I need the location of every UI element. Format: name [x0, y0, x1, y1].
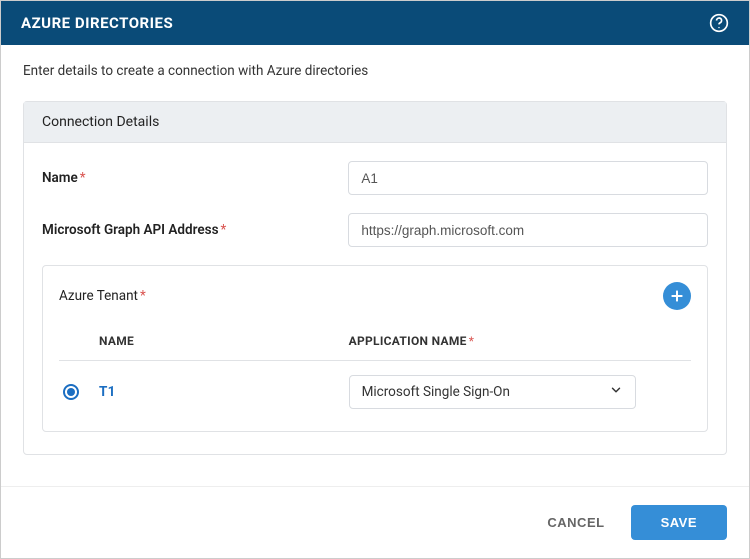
- azure-tenant-box: Azure Tenant* NAME APPLICATION NAME*: [42, 265, 708, 432]
- panel-body: Name* Microsoft Graph API Address* Azure…: [24, 143, 726, 454]
- tenant-column-headers: NAME APPLICATION NAME*: [59, 334, 691, 361]
- name-label: Name*: [42, 170, 348, 186]
- dialog-title: AZURE DIRECTORIES: [21, 14, 173, 32]
- required-mark: *: [140, 288, 146, 304]
- tenant-row: T1 Microsoft Single Sign-On: [59, 361, 691, 409]
- required-mark: *: [80, 170, 86, 186]
- panel-title: Connection Details: [24, 102, 726, 143]
- tenant-header: Azure Tenant*: [59, 282, 691, 310]
- help-icon[interactable]: [709, 13, 729, 33]
- plus-icon: [669, 288, 685, 304]
- application-name-select[interactable]: Microsoft Single Sign-On: [349, 375, 637, 409]
- save-button[interactable]: SAVE: [631, 505, 727, 540]
- tenant-radio[interactable]: [63, 384, 79, 400]
- radio-selected-icon: [67, 388, 75, 396]
- intro-text: Enter details to create a connection wit…: [23, 63, 727, 79]
- add-tenant-button[interactable]: [663, 282, 691, 310]
- dialog-footer: CANCEL SAVE: [1, 486, 749, 558]
- dialog-header: AZURE DIRECTORIES: [1, 1, 749, 45]
- dialog-body: Enter details to create a connection wit…: [1, 45, 749, 486]
- cancel-button[interactable]: CANCEL: [543, 507, 608, 538]
- chevron-down-icon: [609, 383, 623, 401]
- name-row: Name*: [42, 161, 708, 195]
- name-input[interactable]: [348, 161, 708, 195]
- graph-api-input[interactable]: [348, 213, 708, 247]
- required-mark: *: [221, 222, 227, 238]
- graph-label: Microsoft Graph API Address*: [42, 222, 348, 238]
- column-name-header: NAME: [99, 334, 349, 348]
- tenant-title: Azure Tenant*: [59, 288, 146, 304]
- required-mark: *: [469, 334, 474, 348]
- connection-details-panel: Connection Details Name* Microsoft Graph…: [23, 101, 727, 455]
- graph-row: Microsoft Graph API Address*: [42, 213, 708, 247]
- select-value: Microsoft Single Sign-On: [362, 384, 510, 400]
- tenant-name-link[interactable]: T1: [99, 384, 116, 400]
- column-app-header: APPLICATION NAME*: [349, 334, 687, 348]
